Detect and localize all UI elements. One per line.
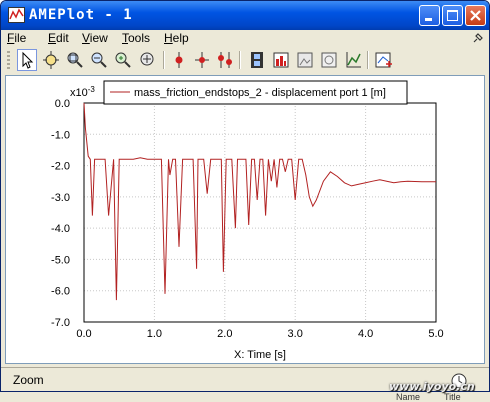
plot-border bbox=[83, 102, 437, 323]
zoom-fit-icon bbox=[43, 51, 59, 69]
close-icon bbox=[470, 10, 481, 21]
chart-grid bbox=[84, 103, 436, 322]
y-tick-label: -1.0 bbox=[51, 129, 70, 141]
zoom-out-button[interactable] bbox=[89, 49, 109, 71]
x-tick-label: 2.0 bbox=[217, 328, 232, 340]
zoom-out-icon bbox=[91, 52, 107, 68]
toolbar-separator bbox=[163, 51, 165, 69]
snapshot-button[interactable] bbox=[319, 49, 339, 71]
minimize-button[interactable] bbox=[419, 5, 440, 26]
plot-area[interactable]: 0.0 1.0 2.0 3.0 4.0 5.0 0.0 -1.0 -2.0 -3.0 -4.0 -5… bbox=[5, 75, 485, 364]
minimize-icon bbox=[425, 18, 432, 21]
y-tick-label: -7.0 bbox=[51, 317, 70, 329]
chart-axes-button[interactable] bbox=[343, 49, 363, 71]
column-header-title: Title bbox=[444, 392, 461, 402]
marker-button[interactable] bbox=[169, 49, 189, 71]
x-tick-label: 5.0 bbox=[428, 328, 443, 340]
cross-marker-button[interactable] bbox=[192, 49, 212, 71]
x-tick-label: 4.0 bbox=[358, 328, 373, 340]
menu-view[interactable]: View bbox=[82, 31, 108, 45]
select-tool-button[interactable] bbox=[17, 49, 37, 71]
image-button[interactable] bbox=[295, 49, 315, 71]
displacement-chart[interactable]: 0.0 1.0 2.0 3.0 4.0 5.0 0.0 -1.0 -2.0 -3.0 -4.0 -5… bbox=[6, 76, 484, 363]
ameplot-window: AMEPlot - 1 File Edit View Tools Help 0.… bbox=[0, 0, 490, 392]
y-tick-label: -4.0 bbox=[51, 223, 70, 235]
column-header-name: Name bbox=[396, 392, 421, 402]
y-tick-label: -2.0 bbox=[51, 161, 70, 173]
bar-chart-icon bbox=[273, 52, 289, 68]
film-icon bbox=[251, 52, 263, 68]
toolbar-separator bbox=[239, 51, 241, 69]
x-tick-label: 1.0 bbox=[147, 328, 162, 340]
maximize-icon bbox=[447, 10, 458, 21]
y-tick-label: -5.0 bbox=[51, 254, 70, 266]
zoom-fit-button[interactable] bbox=[41, 49, 61, 71]
add-plot-icon bbox=[375, 52, 392, 68]
snapshot-icon bbox=[321, 52, 337, 68]
y-tick-label: -6.0 bbox=[51, 286, 70, 298]
maximize-button[interactable] bbox=[442, 5, 463, 26]
multi-marker-button[interactable] bbox=[215, 49, 235, 71]
menu-bar: File Edit View Tools Help bbox=[1, 30, 489, 47]
menu-help[interactable]: Help bbox=[164, 31, 189, 45]
legend[interactable]: mass_friction_endstops_2 - displacement … bbox=[103, 80, 408, 105]
ameplot-app-icon bbox=[8, 7, 25, 23]
close-button[interactable] bbox=[465, 5, 486, 26]
multi-marker-icon bbox=[218, 52, 232, 68]
add-plot-button[interactable] bbox=[373, 49, 393, 71]
background-strip: Name Title bbox=[0, 392, 490, 402]
menu-file[interactable]: File bbox=[7, 31, 26, 45]
x-axis-label: X: Time [s] bbox=[234, 349, 286, 361]
series-line bbox=[83, 102, 436, 301]
toolbar-grip[interactable] bbox=[7, 51, 10, 69]
watermark: www.iyoyo.cn bbox=[389, 380, 475, 393]
film-button[interactable] bbox=[247, 49, 267, 71]
menu-tools[interactable]: Tools bbox=[122, 31, 150, 45]
pan-button[interactable] bbox=[137, 49, 157, 71]
y-tick-label: -3.0 bbox=[51, 192, 70, 204]
menu-edit[interactable]: Edit bbox=[48, 31, 69, 45]
status-text: Zoom bbox=[13, 373, 44, 387]
toolbar bbox=[5, 48, 487, 73]
marker-icon bbox=[175, 52, 183, 68]
zoom-window-icon bbox=[67, 52, 83, 68]
zoom-x-icon bbox=[115, 52, 131, 68]
select-arrow-icon bbox=[22, 51, 34, 69]
zoom-window-button[interactable] bbox=[65, 49, 85, 71]
zoom-x-button[interactable] bbox=[113, 49, 133, 71]
x-tick-label: 3.0 bbox=[288, 328, 303, 340]
pan-icon bbox=[140, 52, 154, 66]
toolbar-separator bbox=[367, 51, 369, 69]
window-title: AMEPlot - 1 bbox=[29, 7, 133, 23]
legend-label: mass_friction_endstops_2 - displacement … bbox=[134, 87, 386, 99]
bar-chart-button[interactable] bbox=[271, 49, 291, 71]
x-tick-label: 0.0 bbox=[76, 328, 91, 340]
image-icon bbox=[297, 52, 313, 68]
title-bar[interactable]: AMEPlot - 1 bbox=[1, 1, 489, 30]
y-scale-label: x10-3 bbox=[70, 85, 95, 99]
y-tick-label: 0.0 bbox=[55, 98, 70, 110]
chart-axes-icon bbox=[346, 52, 361, 68]
cross-marker-icon bbox=[195, 52, 209, 68]
pin-icon[interactable] bbox=[471, 32, 484, 45]
